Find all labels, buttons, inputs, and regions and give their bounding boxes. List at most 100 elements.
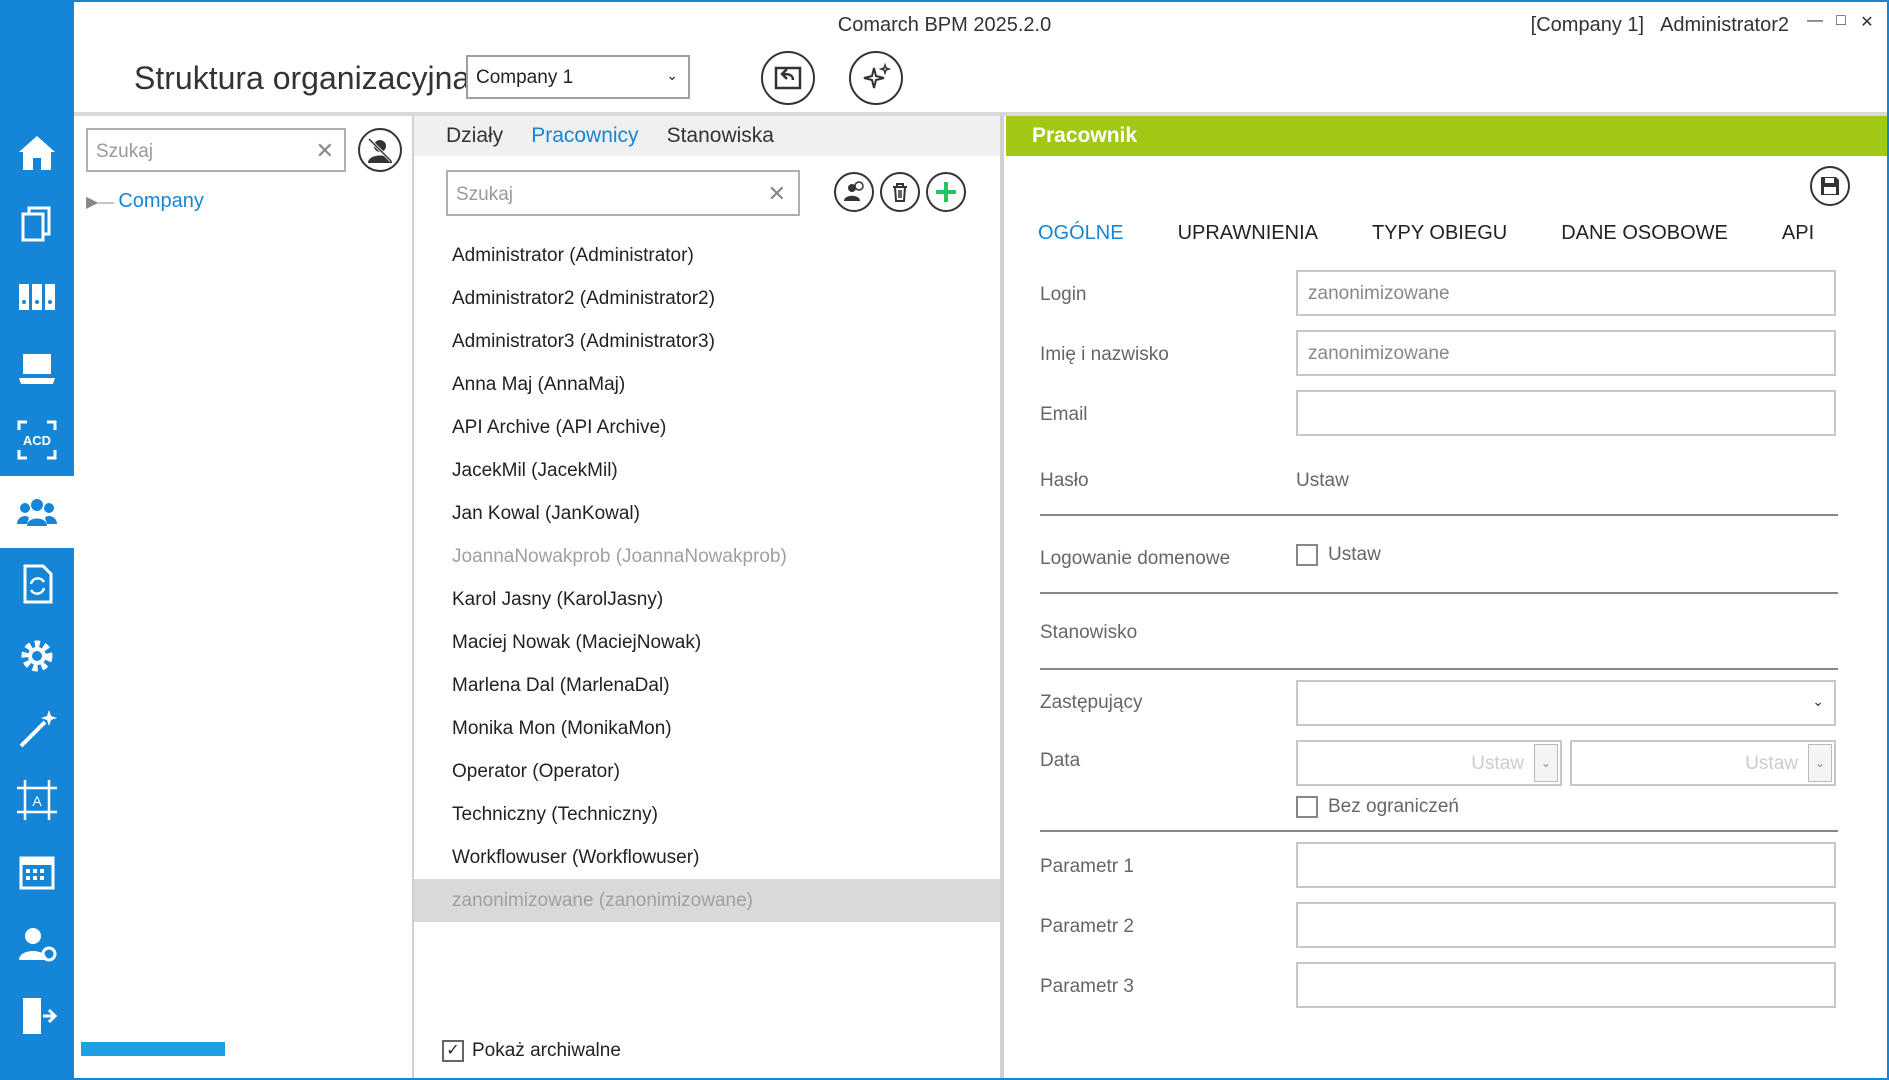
param3-field[interactable] <box>1296 962 1836 1008</box>
date-to-picker[interactable]: Ustaw ⌄ <box>1570 740 1836 786</box>
list-item-selected[interactable]: zanonimizowane (zanonimizowane) <box>414 879 1000 922</box>
delete-employee-button[interactable] <box>880 172 920 212</box>
tab-employees[interactable]: Pracownicy <box>531 124 638 148</box>
back-button[interactable] <box>761 51 815 105</box>
divider <box>1040 592 1838 594</box>
param2-label: Parametr 2 <box>1040 916 1134 937</box>
sparkles-icon <box>863 62 892 89</box>
show-archived-label: Pokaż archiwalne <box>472 1040 621 1061</box>
employee-detail-panel: Pracownik OGÓLNE UPRAWNIENIA TYPY OBIEGU… <box>1006 116 1887 1078</box>
employees-panel: Działy Pracownicy Stanowiska Szukaj ✕ Ad… <box>414 116 1004 1078</box>
tab-general[interactable]: OGÓLNE <box>1038 222 1124 245</box>
tab-workflow-types[interactable]: TYPY OBIEGU <box>1372 222 1507 245</box>
close-icon[interactable]: ✕ <box>1859 12 1875 32</box>
set-password-link[interactable]: Ustaw <box>1296 470 1349 492</box>
employee-search-input[interactable]: Szukaj ✕ <box>446 170 800 216</box>
list-item[interactable]: Maciej Nowak (MaciejNowak) <box>414 621 1000 664</box>
add-employee-button[interactable] <box>926 172 966 212</box>
login-field[interactable]: zanonimizowane <box>1296 270 1836 316</box>
substitute-label: Zastępujący <box>1040 692 1143 713</box>
list-item[interactable]: Administrator (Administrator) <box>414 234 1000 277</box>
no-limit-checkbox[interactable] <box>1296 796 1318 818</box>
maximize-icon[interactable]: □ <box>1833 12 1849 32</box>
documents-icon <box>21 206 51 242</box>
list-item[interactable]: API Archive (API Archive) <box>414 406 1000 449</box>
org-tree-panel: Szukaj ✕ ▶— Company <box>74 116 414 1078</box>
ai-assistant-button[interactable] <box>849 51 903 105</box>
list-item[interactable]: Administrator3 (Administrator3) <box>414 320 1000 363</box>
email-field[interactable] <box>1296 390 1836 436</box>
list-item[interactable]: Karol Jasny (KarolJasny) <box>414 578 1000 621</box>
param1-field[interactable] <box>1296 842 1836 888</box>
chevron-down-icon[interactable]: ⌄ <box>1808 744 1832 782</box>
current-user: Administrator2 <box>1660 14 1789 36</box>
employee-list: Administrator (Administrator) Administra… <box>414 234 1000 922</box>
position-label: Stanowisko <box>1040 622 1138 643</box>
no-limit-toggle[interactable]: Bez ograniczeń <box>1296 796 1459 818</box>
back-arrow-icon <box>774 66 802 90</box>
person-off-icon <box>367 137 393 163</box>
list-item[interactable]: Monika Mon (MonikaMon) <box>414 707 1000 750</box>
user-photo-button[interactable] <box>834 172 874 212</box>
company-select[interactable]: Company 1 ⌄ <box>466 55 690 99</box>
list-item[interactable]: Techniczny (Techniczny) <box>414 793 1000 836</box>
clear-search-icon[interactable]: ✕ <box>768 181 786 207</box>
tab-permissions[interactable]: UPRAWNIENIA <box>1178 222 1318 245</box>
tree-search-input[interactable]: Szukaj ✕ <box>86 128 346 172</box>
list-item[interactable]: JacekMil (JacekMil) <box>414 449 1000 492</box>
show-archived-toggle[interactable]: ✓ Pokaż archiwalne <box>442 1040 621 1062</box>
show-archived-checkbox[interactable]: ✓ <box>442 1040 464 1062</box>
rail-wizard[interactable] <box>0 692 74 764</box>
svg-text:ACD: ACD <box>23 433 51 448</box>
substitute-select[interactable]: ⌄ <box>1296 680 1836 726</box>
chevron-down-icon: ⌄ <box>666 67 678 83</box>
rail-settings[interactable] <box>0 620 74 692</box>
rail-archive[interactable] <box>0 260 74 332</box>
chevron-down-icon[interactable]: ⌄ <box>1534 744 1558 782</box>
full-name-field[interactable]: zanonimizowane <box>1296 330 1836 376</box>
rail-workstation[interactable] <box>0 332 74 404</box>
rail-acd[interactable]: ACD <box>0 404 74 476</box>
rail-home[interactable] <box>0 116 74 188</box>
domain-login-toggle[interactable]: Ustaw <box>1296 544 1381 566</box>
expand-arrow-icon[interactable]: ▶— <box>86 192 114 212</box>
tab-positions[interactable]: Stanowiska <box>667 124 774 148</box>
company-select-value: Company 1 <box>476 67 574 88</box>
param2-field[interactable] <box>1296 902 1836 948</box>
tree-search-placeholder: Szukaj <box>96 141 154 162</box>
logout-icon <box>23 998 58 1034</box>
rail-logout[interactable] <box>0 980 74 1052</box>
date-from-picker[interactable]: Ustaw ⌄ <box>1296 740 1562 786</box>
tab-personal-data[interactable]: DANE OSOBOWE <box>1561 222 1728 245</box>
domain-login-checkbox[interactable] <box>1296 544 1318 566</box>
plus-icon <box>936 182 956 202</box>
window-controls: — □ ✕ <box>1807 12 1875 32</box>
clear-search-icon[interactable]: ✕ <box>316 138 334 164</box>
rail-document-flow[interactable] <box>0 548 74 620</box>
chevron-down-icon: ⌄ <box>1812 693 1824 709</box>
minimize-icon[interactable]: — <box>1807 12 1823 32</box>
rail-designer[interactable]: A <box>0 764 74 836</box>
rail-documents[interactable] <box>0 188 74 260</box>
list-item[interactable]: Anna Maj (AnnaMaj) <box>414 363 1000 406</box>
rail-calendar[interactable] <box>0 836 74 908</box>
rail-users[interactable] <box>0 476 74 548</box>
list-item[interactable]: Marlena Dal (MarlenaDal) <box>414 664 1000 707</box>
tab-departments[interactable]: Działy <box>446 124 503 148</box>
tree-node-company[interactable]: ▶— Company <box>86 190 204 213</box>
date-to-value: Ustaw <box>1745 753 1798 774</box>
svg-text:A: A <box>32 793 42 809</box>
list-item-archived[interactable]: JoannaNowakprob (JoannaNowakprob) <box>414 535 1000 578</box>
list-item[interactable]: Operator (Operator) <box>414 750 1000 793</box>
no-limit-label: Bez ograniczeń <box>1328 796 1459 817</box>
rail-user-admin[interactable] <box>0 908 74 980</box>
divider <box>1040 830 1838 832</box>
list-item[interactable]: Jan Kowal (JanKowal) <box>414 492 1000 535</box>
list-item[interactable]: Workflowuser (Workflowuser) <box>414 836 1000 879</box>
password-label: Hasło <box>1040 470 1089 491</box>
detail-header: Pracownik <box>1006 116 1887 156</box>
toggle-people-button[interactable] <box>358 128 402 172</box>
list-item[interactable]: Administrator2 (Administrator2) <box>414 277 1000 320</box>
tab-api[interactable]: API <box>1782 222 1814 245</box>
save-button[interactable] <box>1810 166 1850 206</box>
